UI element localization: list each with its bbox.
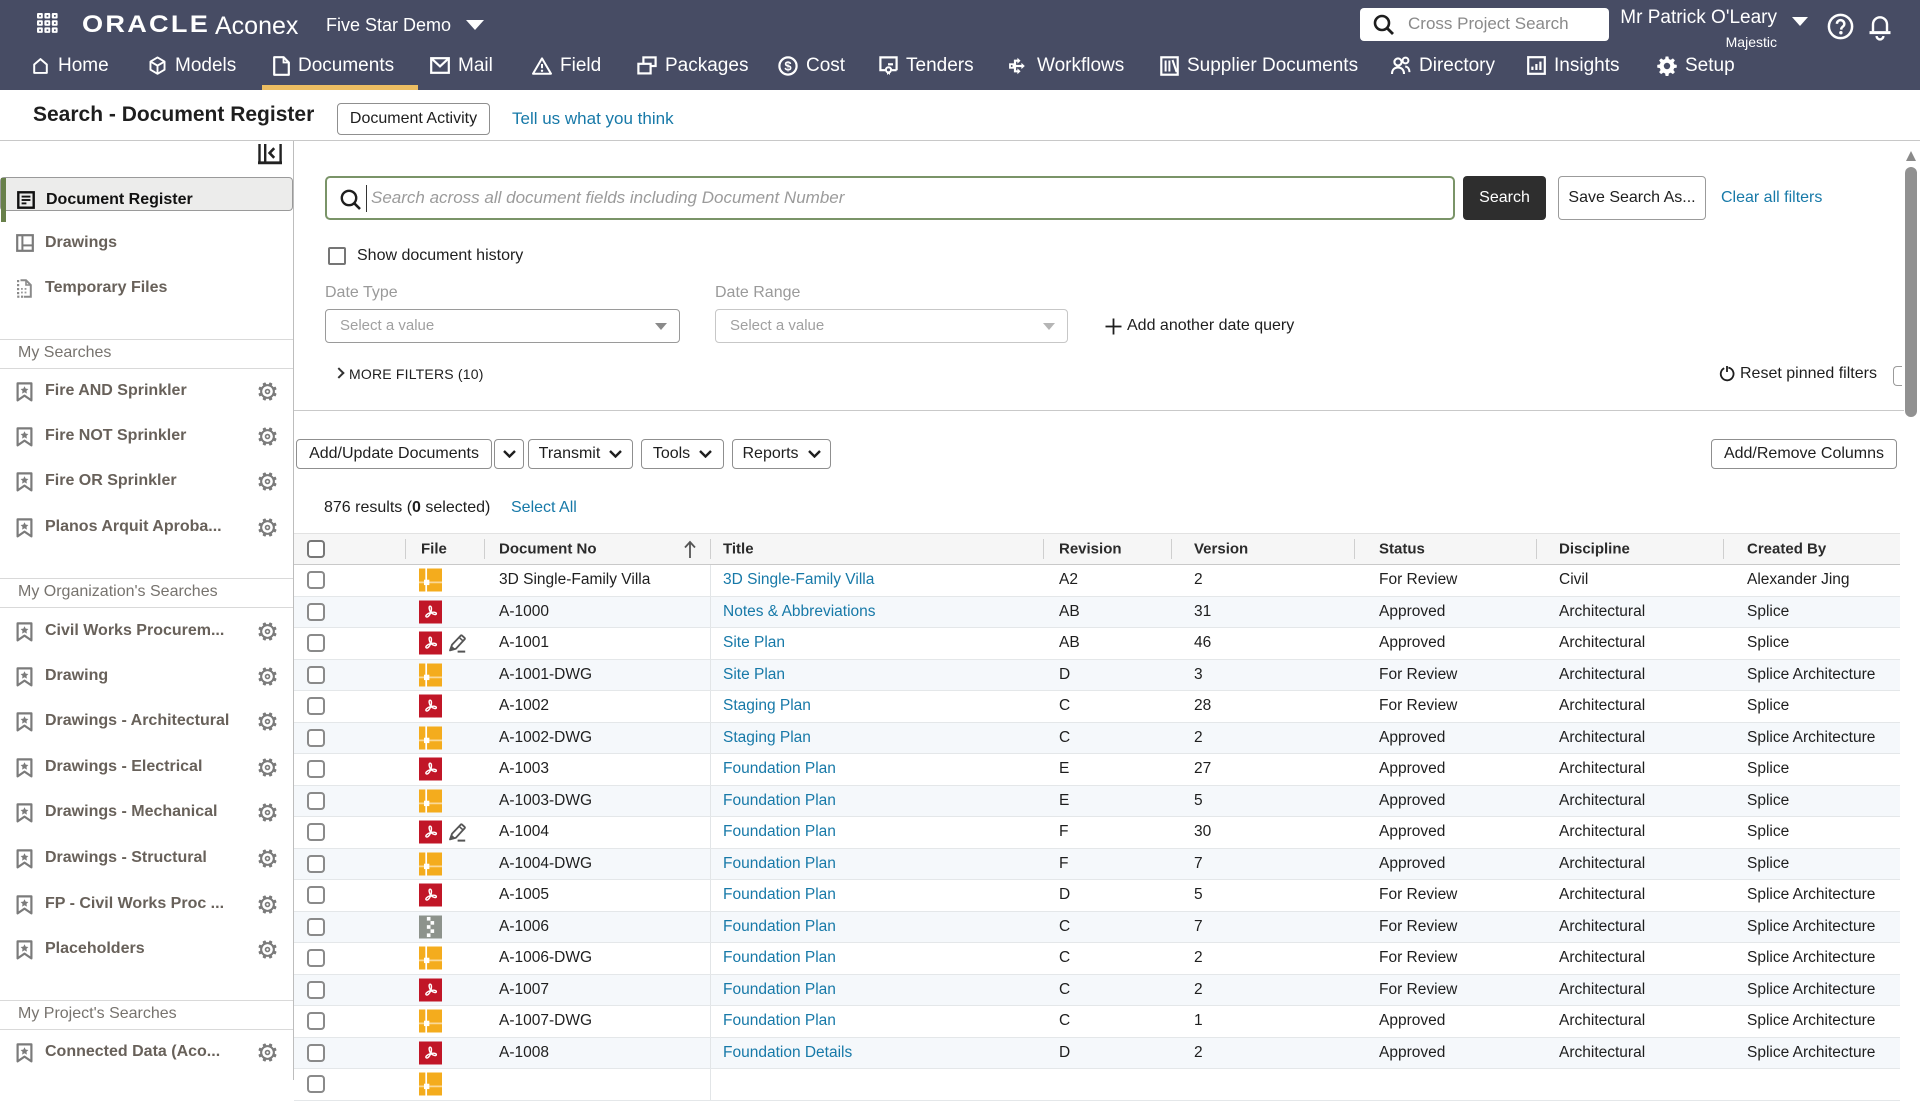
svg-text:$: $ xyxy=(784,58,792,73)
